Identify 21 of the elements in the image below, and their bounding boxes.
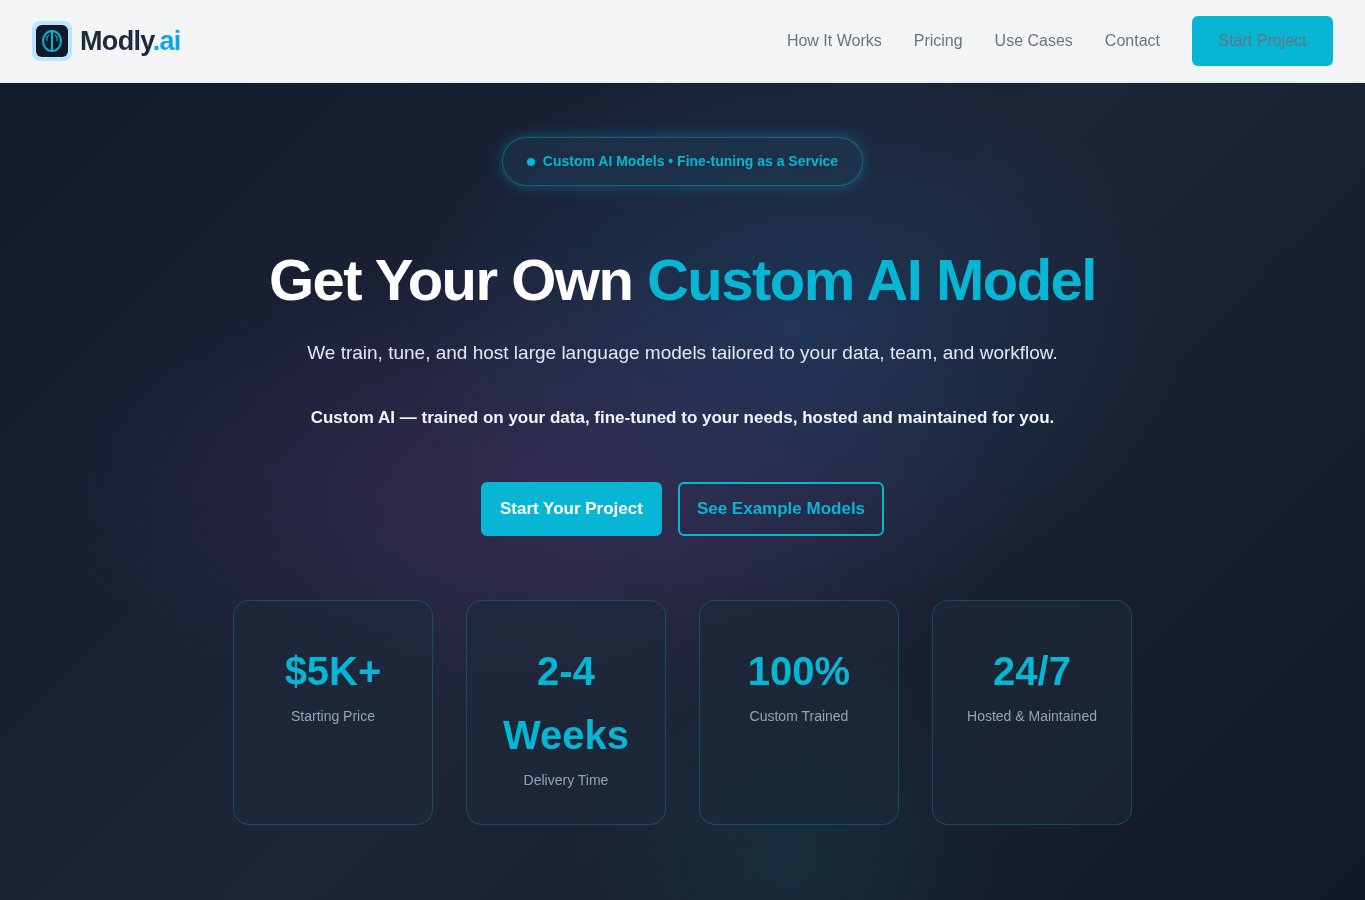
stat-label: Delivery Time bbox=[523, 771, 609, 790]
nav-link[interactable]: Use Cases bbox=[994, 29, 1073, 53]
nav-link[interactable]: Pricing bbox=[913, 29, 963, 53]
stat-value: 100% bbox=[747, 648, 851, 695]
stat-value: 24/7 bbox=[993, 648, 1071, 695]
stat-value: 2-4 Weeks bbox=[502, 648, 630, 759]
stat-label: Starting Price bbox=[290, 707, 375, 726]
hero-title: Get Your Own Custom AI Model bbox=[269, 246, 1096, 314]
example-models-button[interactable]: See Example Models bbox=[677, 482, 885, 536]
brain-icon bbox=[32, 21, 72, 61]
badge-label: Custom AI Models • Fine-tuning as a Service bbox=[542, 152, 839, 171]
stat-value: $5K+ bbox=[284, 648, 382, 695]
status-dot-icon bbox=[526, 157, 535, 166]
hero-tagline: Custom AI — trained on your data, fine-tuned to your needs, hosted and maintained for you. bbox=[310, 406, 1055, 429]
start-project-button[interactable]: Start Your Project bbox=[480, 482, 662, 536]
nav-link[interactable]: Contact bbox=[1104, 29, 1160, 53]
stat-label: Hosted & Maintained bbox=[967, 707, 1097, 726]
hero-subtitle: We train, tune, and host large language models tailored to your data, team, and workflow. bbox=[307, 341, 1058, 365]
nav-link[interactable]: How It Works bbox=[786, 29, 882, 53]
stat-label: Custom Trained bbox=[749, 707, 849, 726]
logo-text: Modly.ai bbox=[80, 24, 181, 58]
